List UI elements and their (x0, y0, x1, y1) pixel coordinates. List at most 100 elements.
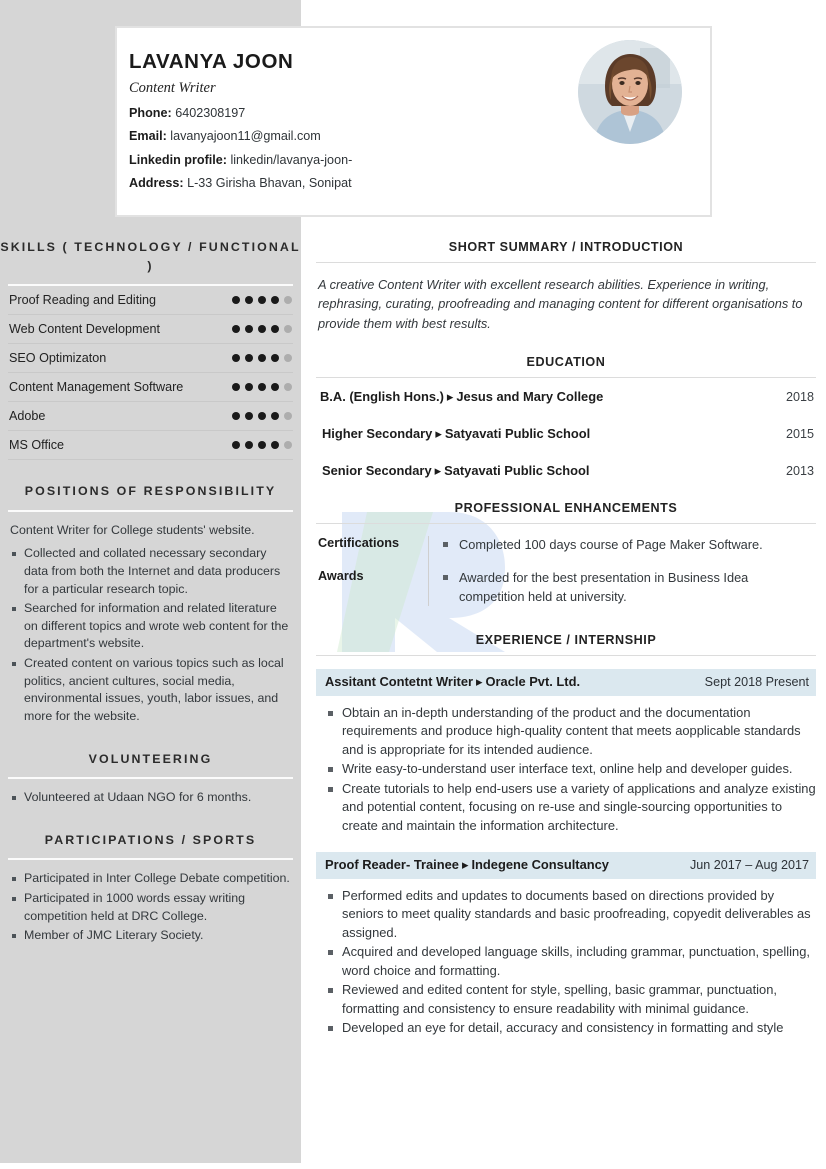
education-degree: B.A. (English Hons.) (320, 389, 444, 405)
list-item: Participated in 1000 words essay writing… (12, 890, 291, 925)
experience-role: Proof Reader- Trainee (325, 856, 459, 872)
enhancements-divider (316, 523, 816, 525)
summary-text: A creative Content Writer with excellent… (318, 277, 803, 331)
job-title: Content Writer (129, 80, 216, 96)
skill-rating (232, 354, 292, 363)
skill-label: Web Content Development (9, 322, 160, 337)
education-row: B.A. (English Hons.) ▸ Jesus and Mary Coll… (318, 389, 814, 405)
volunteering-list: Volunteered at Udaan NGO for 6 months. (8, 789, 291, 807)
list-item: Completed 100 days course of Page Maker … (443, 536, 816, 554)
volunteering-body: Volunteered at Udaan NGO for 6 months. (0, 789, 301, 807)
arrow-icon: ▸ (476, 673, 483, 689)
contact-phone: Phone: 6402308197 (129, 106, 550, 120)
list-item: Member of JMC Literary Society. (12, 927, 291, 945)
contact-email: Email: lavanyajoon11@gmail.com (129, 129, 550, 143)
education-year: 2018 (785, 390, 814, 405)
resume-page: LAVANYA JOON Content Writer Phone: 64023… (0, 0, 826, 1169)
arrow-icon: ▸ (461, 856, 469, 872)
skill-label: SEO Optimizaton (9, 351, 107, 366)
education-institution: Satyavati Public School (444, 426, 591, 442)
list-item: Awarded for the best presentation in Bus… (443, 569, 816, 605)
skill-rating (232, 296, 292, 305)
contact-email-label: Email: (129, 129, 167, 144)
education-institution: Satyavati Public School (444, 463, 590, 479)
list-item: Obtain an in-depth understanding of the … (328, 704, 816, 759)
contact-phone-value: 6402308197 (175, 106, 246, 120)
education-entry: Senior Secondary ▸ Satyavati Public School (322, 463, 590, 479)
contact-linkedin-value: linkedin/lavanya-joon- (230, 152, 353, 167)
list-item: Reviewed and edited content for style, s… (328, 981, 816, 1018)
list-item: Acquired and developed language skills, … (328, 943, 816, 980)
positions-body: Content Writer for College students' web… (0, 522, 301, 726)
list-item: Collected and collated necessary seconda… (12, 545, 291, 598)
experience-date: Sept 2018 Present (704, 674, 809, 689)
skill-rating (232, 441, 292, 450)
list-item: Create tutorials to help end-users use a… (328, 780, 816, 835)
contact-phone-label: Phone: (129, 106, 172, 120)
summary-heading: SHORT SUMMARY / INTRODUCTION (448, 240, 684, 254)
list-item: Write easy-to-understand user interface … (328, 760, 816, 778)
skill-item: Web Content Development (8, 315, 293, 345)
experience-bullets: Obtain an in-depth understanding of the … (316, 704, 816, 835)
experience-company: Oracle Pvt. Ltd. (485, 673, 581, 689)
volunteering-divider (8, 777, 293, 780)
enhancements-table: Certifications Awards Completed 100 days… (316, 536, 816, 606)
education-divider (316, 377, 816, 379)
list-item: Participated in Inter College Debate com… (12, 870, 291, 888)
enhancements-label: Awards (318, 569, 364, 584)
contact-linkedin: Linkedin profile: linkedin/lavanya-joon- (129, 153, 550, 167)
list-item: Performed edits and updates to documents… (328, 887, 816, 942)
contact-address-label: Address: (129, 176, 184, 191)
education-year: 2013 (785, 464, 814, 479)
education-institution: Jesus and Mary College (456, 389, 604, 405)
arrow-icon: ▸ (434, 463, 442, 479)
section-skills: SKILLS ( TECHNOLOGY / FUNCTIONAL ) Proof… (0, 238, 301, 461)
page-title: LAVANYA JOON (129, 50, 294, 73)
skill-item: Content Management Software (8, 373, 293, 403)
education-entry: B.A. (English Hons.) ▸ Jesus and Mary Coll… (320, 389, 603, 405)
enhancements-vertical-rule (428, 536, 429, 606)
skill-rating (232, 325, 292, 334)
education-year: 2015 (785, 427, 814, 442)
section-education: EDUCATION B.A. (English Hons.) ▸ Jesus and… (316, 355, 816, 479)
skill-item: Adobe (8, 402, 293, 432)
enhancements-labels: Certifications Awards (316, 536, 428, 605)
experience-heading: EXPERIENCE / INTERNSHIP (475, 632, 657, 647)
list-item: Volunteered at Udaan NGO for 6 months. (12, 789, 291, 807)
contact-address: Address: L-33 Girisha Bhavan, Sonipat (129, 176, 550, 190)
skill-label: Content Management Software (9, 380, 184, 395)
section-summary: SHORT SUMMARY / INTRODUCTION A creative … (316, 240, 816, 333)
avatar (578, 40, 682, 144)
contact-email-value: lavanyajoon11@gmail.com (170, 129, 321, 144)
skill-rating (232, 383, 292, 392)
skill-label: Adobe (9, 409, 46, 424)
experience-entry-bar: Proof Reader- Trainee ▸ Indegene Consultan… (316, 851, 816, 879)
education-degree: Higher Secondary (322, 426, 433, 442)
positions-heading: POSITIONS OF RESPONSIBILITY (24, 484, 277, 499)
list-item: Searched for information and related lit… (12, 600, 291, 653)
education-row: Higher Secondary ▸ Satyavati Public School… (318, 426, 814, 442)
education-row: Senior Secondary ▸ Satyavati Public School… (318, 463, 814, 479)
volunteering-heading: VOLUNTEERING (88, 751, 213, 766)
section-participations: PARTICIPATIONS / SPORTS Participated in … (0, 831, 301, 945)
list-item: Created content on various topics such a… (12, 655, 291, 725)
experience-role-company: Assitant Contetnt Writer ▸ Oracle Pvt. Ltd… (325, 674, 580, 690)
header-details: LAVANYA JOON Content Writer Phone: 64023… (117, 28, 550, 200)
participations-heading: PARTICIPATIONS / SPORTS (44, 832, 257, 847)
experience-role: Assitant Contetnt Writer (325, 673, 474, 689)
enhancements-items: Completed 100 days course of Page Maker … (443, 536, 816, 605)
enhancements-label: Certifications (318, 536, 400, 551)
skill-item: MS Office (8, 431, 293, 461)
arrow-icon: ▸ (446, 389, 454, 405)
contact-address-value: L-33 Girisha Bhavan, Sonipat (187, 176, 352, 191)
participations-body: Participated in Inter College Debate com… (0, 870, 301, 944)
experience-divider (316, 654, 816, 656)
participations-divider (8, 858, 293, 861)
section-enhancements: PROFESSIONAL ENHANCEMENTS Certifications… (316, 501, 816, 606)
skill-label: Proof Reading and Editing (9, 293, 157, 308)
section-volunteering: VOLUNTEERING Volunteered at Udaan NGO fo… (0, 750, 301, 807)
header-photo-area (550, 28, 710, 144)
positions-list: Collected and collated necessary seconda… (8, 545, 291, 725)
sidebar: SKILLS ( TECHNOLOGY / FUNCTIONAL ) Proof… (0, 238, 301, 947)
education-degree: Senior Secondary (322, 463, 432, 479)
